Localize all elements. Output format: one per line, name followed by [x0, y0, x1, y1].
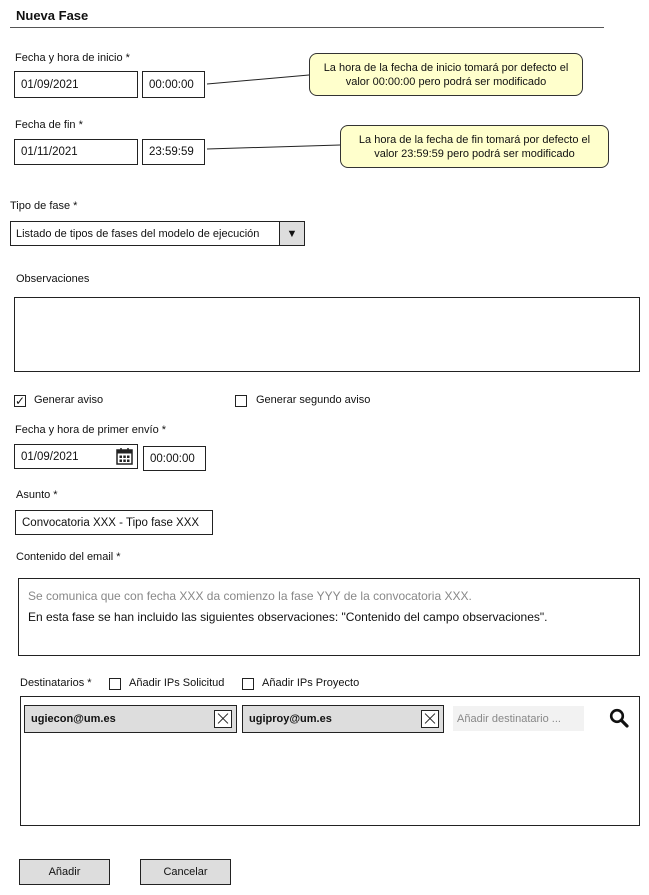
observations-textarea[interactable]	[14, 297, 640, 372]
email-body-text: En esta fase se han incluido las siguien…	[28, 610, 548, 624]
phase-type-label: Tipo de fase *	[10, 200, 78, 212]
phase-type-select[interactable]: Listado de tipos de fases del modelo de …	[10, 221, 305, 246]
chevron-down-icon[interactable]: ▼	[279, 222, 304, 245]
generate-alert-checkbox[interactable]: ✓	[14, 395, 26, 407]
close-icon[interactable]	[421, 710, 439, 728]
subject-label: Asunto *	[16, 489, 58, 501]
first-send-date-value: 01/09/2021	[21, 450, 79, 463]
cancel-button[interactable]: Cancelar	[140, 859, 231, 885]
close-icon[interactable]	[214, 710, 232, 728]
first-send-label: Fecha y hora de primer envío *	[15, 424, 167, 436]
add-request-ips-label: Añadir IPs Solicitud	[129, 677, 225, 689]
recipients-label: Destinatarios *	[20, 677, 92, 689]
observations-label: Observaciones	[16, 273, 90, 285]
recipient-chip-label: ugiecon@um.es	[31, 713, 116, 725]
second-alert-checkbox[interactable]	[235, 395, 247, 407]
search-icon[interactable]	[609, 708, 629, 728]
recipient-chip: ugiproy@um.es	[242, 705, 444, 733]
generate-alert-label: Generar aviso	[34, 394, 104, 406]
add-recipient-input[interactable]: Añadir destinatario ...	[453, 706, 584, 731]
email-body-textarea[interactable]: Se comunica que con fecha XXX da comienz…	[18, 578, 640, 656]
email-body-placeholder: Se comunica que con fecha XXX da comienz…	[28, 589, 472, 603]
first-send-time-input[interactable]: 00:00:00	[143, 446, 206, 471]
add-project-ips-checkbox[interactable]	[242, 678, 254, 690]
recipient-chip-label: ugiproy@um.es	[249, 713, 332, 725]
add-project-ips-label: Añadir IPs Proyecto	[262, 677, 360, 689]
calendar-icon[interactable]	[116, 447, 133, 465]
add-request-ips-checkbox[interactable]	[109, 678, 121, 690]
recipient-chip: ugiecon@um.es	[24, 705, 237, 733]
email-body-label: Contenido del email *	[16, 551, 121, 563]
second-alert-label: Generar segundo aviso	[256, 394, 371, 406]
phase-type-value: Listado de tipos de fases del modelo de …	[16, 227, 260, 240]
add-button[interactable]: Añadir	[19, 859, 110, 885]
subject-input[interactable]: Convocatoria XXX - Tipo fase XXX	[15, 510, 213, 535]
note-connectors	[206, 74, 341, 150]
